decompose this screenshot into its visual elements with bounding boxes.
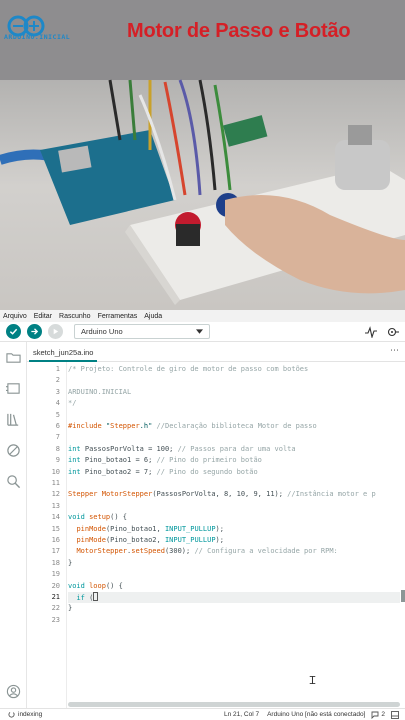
- code-line[interactable]: int PassosPorVolta = 100; // Passos para…: [68, 444, 400, 455]
- cursor-position[interactable]: Ln 21, Col 7: [224, 711, 259, 718]
- code-line[interactable]: int Pino_botao2 = 7; // Pino do segundo …: [68, 467, 400, 478]
- code-line[interactable]: void setup() {: [68, 512, 400, 523]
- sidebar: [0, 342, 27, 708]
- line-number: 16: [51, 536, 60, 544]
- folder-icon[interactable]: [6, 350, 21, 365]
- plotter-icon: [365, 326, 377, 340]
- debug-button[interactable]: [48, 324, 63, 339]
- arrow-right-icon: [31, 328, 39, 335]
- board-name: Arduino Uno: [81, 327, 123, 336]
- code-line[interactable]: [68, 501, 400, 512]
- line-number: 15: [51, 524, 60, 533]
- video-frame: ARDUINO.INICIAL Motor de Passo e Botão: [0, 0, 405, 310]
- tab-menu-button[interactable]: ⋯: [390, 345, 399, 356]
- line-number: 18: [51, 558, 60, 567]
- logo-text: ARDUINO.INICIAL: [4, 33, 71, 41]
- library-icon[interactable]: [6, 412, 21, 427]
- board-icon[interactable]: [6, 381, 21, 396]
- toolbar: Arduino Uno: [0, 322, 405, 342]
- serial-monitor-button[interactable]: [387, 325, 399, 343]
- line-number: 8: [55, 444, 60, 453]
- code-line[interactable]: Stepper MotorStepper(PassosPorVolta, 8, …: [68, 489, 400, 500]
- menu-editar[interactable]: Editar: [34, 313, 52, 320]
- line-number: 9: [55, 456, 60, 465]
- line-number: 3: [55, 387, 60, 396]
- code-line[interactable]: [68, 410, 400, 421]
- code-line[interactable]: MotorStepper.setSpeed(300); // Configura…: [68, 546, 400, 557]
- notification-count: 2: [381, 711, 385, 718]
- line-number: 14: [51, 513, 60, 522]
- line-number: 20: [51, 581, 60, 590]
- line-number: 17: [51, 547, 60, 556]
- line-number: 2: [55, 376, 60, 385]
- code-line[interactable]: [68, 569, 400, 580]
- code-line[interactable]: void loop() {: [68, 581, 400, 592]
- line-number: 19: [51, 570, 60, 579]
- check-icon: [9, 328, 18, 335]
- monitor-icon: [387, 327, 399, 337]
- output-panel-icon[interactable]: [391, 710, 399, 719]
- line-number: 12: [51, 490, 60, 499]
- code-line[interactable]: }: [68, 558, 400, 569]
- menu-ajuda[interactable]: Ajuda: [144, 313, 162, 320]
- tab-bar: sketch_jun25a.ino ⋯: [27, 342, 405, 362]
- menu-bar: Arquivo Editar Rascunho Ferramentas Ajud…: [0, 310, 405, 322]
- text-cursor-icon: Ｉ: [307, 675, 318, 687]
- code-line[interactable]: if (: [68, 592, 400, 604]
- code-line[interactable]: [68, 432, 400, 443]
- notification-icon[interactable]: [371, 711, 379, 719]
- line-number: 21: [51, 593, 60, 601]
- menu-arquivo[interactable]: Arquivo: [3, 313, 27, 320]
- video-title: Motor de Passo e Botão: [127, 20, 351, 42]
- status-indexing: indexing: [18, 711, 43, 718]
- code-line[interactable]: #include "Stepper.h" //Declaração biblio…: [68, 421, 400, 432]
- menu-ferramentas[interactable]: Ferramentas: [98, 313, 138, 320]
- verify-button[interactable]: [6, 324, 21, 339]
- code-line[interactable]: ARDUINO.INICIAL: [68, 387, 400, 398]
- serial-plotter-button[interactable]: [365, 325, 377, 343]
- line-number: 5: [55, 410, 60, 419]
- tab-label: sketch_jun25a.ino: [33, 348, 94, 357]
- code-line[interactable]: [68, 615, 400, 626]
- line-number: 11: [51, 479, 60, 487]
- code-line[interactable]: }: [68, 603, 400, 614]
- board-status[interactable]: Arduino Uno [não está conectado]: [267, 711, 365, 718]
- line-number: 10: [51, 467, 60, 476]
- horizontal-scrollbar[interactable]: [68, 702, 400, 707]
- line-number: 1: [55, 365, 60, 373]
- breadboard-photo: [0, 0, 405, 305]
- tab-sketch[interactable]: sketch_jun25a.ino: [29, 345, 98, 362]
- code-line[interactable]: pinMode(Pino_botao2, INPUT_PULLUP);: [68, 535, 400, 546]
- code-editor[interactable]: 1 2 3 4 5 6 7 8 9 10 11 12 13 14 15 16 17 18 19 20 21 22 23 /*…: [27, 362, 405, 708]
- debug-icon[interactable]: [6, 443, 21, 458]
- code-line[interactable]: pinMode(Pino_botao1, INPUT_PULLUP);: [68, 524, 400, 535]
- line-numbers: 1 2 3 4 5 6 7 8 9 10 11 12 13 14 15 16 17 18 19 20 21 22 23: [27, 362, 67, 708]
- code-line[interactable]: /* Projeto: Controle de giro de motor de…: [68, 364, 400, 375]
- vertical-scrollbar[interactable]: [401, 590, 405, 602]
- chevron-down-icon: [196, 329, 203, 334]
- account-icon[interactable]: [6, 684, 21, 699]
- status-bar: indexing Ln 21, Col 7 Arduino Uno [não e…: [0, 708, 405, 720]
- line-number: 23: [51, 615, 60, 624]
- line-number: 6: [55, 422, 60, 430]
- search-icon[interactable]: [6, 474, 21, 489]
- code-line[interactable]: [68, 375, 400, 386]
- board-selector[interactable]: Arduino Uno: [74, 324, 210, 339]
- line-number: 22: [51, 604, 60, 613]
- menu-rascunho[interactable]: Rascunho: [59, 313, 91, 320]
- debug-icon: [53, 328, 59, 335]
- upload-button[interactable]: [27, 324, 42, 339]
- spinner-icon: [8, 711, 15, 718]
- code-line[interactable]: */: [68, 398, 400, 409]
- line-number: 13: [51, 501, 60, 510]
- code-line[interactable]: int Pino_botao1 = 6; // Pino do primeiro…: [68, 455, 400, 466]
- line-number: 4: [55, 399, 60, 408]
- line-number: 7: [55, 433, 60, 442]
- code-line[interactable]: [68, 478, 400, 489]
